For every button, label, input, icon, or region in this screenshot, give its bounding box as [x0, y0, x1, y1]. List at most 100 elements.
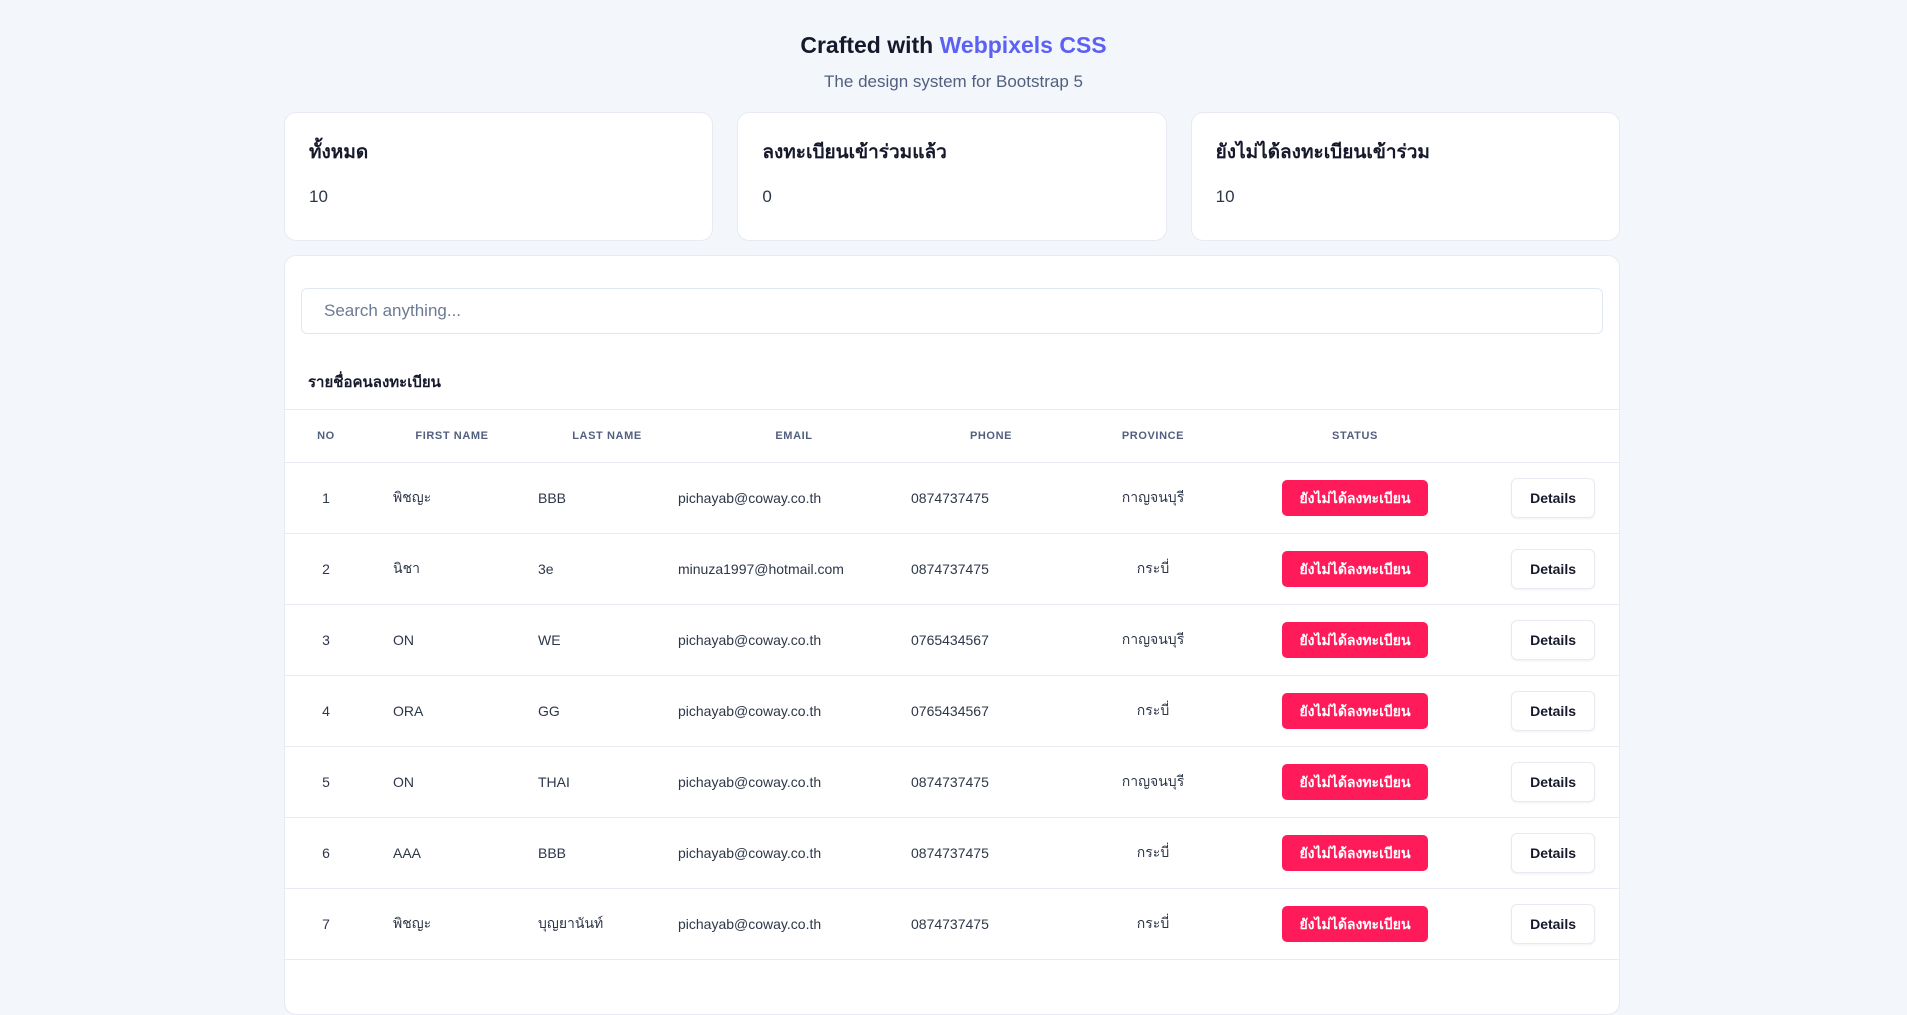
cell-first-name: ON — [367, 604, 538, 676]
cell-last-name: WE — [538, 604, 677, 676]
table-row: 5 ON THAI pichayab@coway.co.th 087473747… — [285, 746, 1619, 818]
cell-email: pichayab@coway.co.th — [677, 817, 911, 889]
column-header-no: NO — [285, 409, 367, 463]
cell-province: กาญจนบุรี — [1072, 462, 1234, 534]
cell-no: 6 — [285, 817, 367, 889]
cell-action: Details — [1476, 675, 1619, 747]
details-button[interactable]: Details — [1511, 691, 1595, 731]
search-input[interactable] — [322, 300, 1582, 322]
title-prefix: Crafted with — [800, 32, 934, 58]
cell-action: Details — [1476, 604, 1619, 676]
cell-email: pichayab@coway.co.th — [677, 746, 911, 818]
stat-label: ยังไม่ได้ลงทะเบียนเข้าร่วม — [1215, 142, 1430, 163]
cell-phone: 0874737475 — [911, 888, 1072, 960]
status-badge: ยังไม่ได้ลงทะเบียน — [1282, 906, 1428, 942]
page-subtitle: The design system for Bootstrap 5 — [824, 72, 1083, 91]
column-header-province: PROVINCE — [1072, 409, 1234, 463]
cell-phone: 0874737475 — [911, 817, 1072, 889]
cell-first-name: พิชญะ — [367, 462, 538, 534]
details-button[interactable]: Details — [1511, 904, 1595, 944]
cell-last-name: THAI — [538, 746, 677, 818]
cell-province: กระบี่ — [1072, 817, 1234, 889]
table-row: 3 ON WE pichayab@coway.co.th 0765434567 … — [285, 604, 1619, 676]
stat-label: ทั้งหมด — [309, 142, 369, 163]
cell-last-name: BBB — [538, 462, 677, 534]
cell-status: ยังไม่ได้ลงทะเบียน — [1234, 533, 1476, 605]
cell-no: 1 — [285, 462, 367, 534]
table-row: 6 AAA BBB pichayab@coway.co.th 087473747… — [285, 817, 1619, 889]
details-button[interactable]: Details — [1511, 833, 1595, 873]
column-header-email: EMAIL — [677, 409, 911, 463]
stat-value: 10 — [309, 187, 328, 206]
status-badge: ยังไม่ได้ลงทะเบียน — [1282, 551, 1428, 587]
table-row: 2 นิชา 3e minuza1997@hotmail.com 0874737… — [285, 533, 1619, 605]
column-header-status: STATUS — [1234, 409, 1476, 463]
cell-first-name: ON — [367, 746, 538, 818]
cell-first-name: ORA — [367, 675, 538, 747]
cell-action: Details — [1476, 533, 1619, 605]
page-title: Crafted with Webpixels CSS — [0, 32, 1907, 59]
cell-status: ยังไม่ได้ลงทะเบียน — [1234, 817, 1476, 889]
cell-email: pichayab@coway.co.th — [677, 604, 911, 676]
details-button[interactable]: Details — [1511, 620, 1595, 660]
cell-action: Details — [1476, 888, 1619, 960]
search-box[interactable] — [301, 288, 1603, 334]
registrant-panel: รายชื่อคนลงทะเบียน NO FIRST NAME LAST NA… — [284, 255, 1620, 1015]
cell-action: Details — [1476, 817, 1619, 889]
cell-status: ยังไม่ได้ลงทะเบียน — [1234, 746, 1476, 818]
stat-card-registered: ลงทะเบียนเข้าร่วมแล้ว 0 — [737, 112, 1167, 241]
cell-province: กระบี่ — [1072, 533, 1234, 605]
table-row: 7 พิชญะ บุญยานันท์ pichayab@coway.co.th … — [285, 888, 1619, 960]
table-row: 4 ORA GG pichayab@coway.co.th 0765434567… — [285, 675, 1619, 747]
stat-label: ลงทะเบียนเข้าร่วมแล้ว — [762, 142, 947, 163]
cell-last-name: บุญยานันท์ — [538, 888, 677, 960]
title-brand-link[interactable]: Webpixels CSS — [940, 32, 1107, 58]
status-badge: ยังไม่ได้ลงทะเบียน — [1282, 622, 1428, 658]
page-header: Crafted with Webpixels CSS The design sy… — [0, 0, 1907, 92]
cell-no: 3 — [285, 604, 367, 676]
cell-no: 4 — [285, 675, 367, 747]
cell-action: Details — [1476, 462, 1619, 534]
column-header-action — [1476, 409, 1619, 463]
cell-status: ยังไม่ได้ลงทะเบียน — [1234, 888, 1476, 960]
cell-province: กาญจนบุรี — [1072, 746, 1234, 818]
details-button[interactable]: Details — [1511, 478, 1595, 518]
details-button[interactable]: Details — [1511, 762, 1595, 802]
cell-last-name: 3e — [538, 533, 677, 605]
cell-first-name: AAA — [367, 817, 538, 889]
cell-last-name: BBB — [538, 817, 677, 889]
cell-no: 2 — [285, 533, 367, 605]
cell-email: pichayab@coway.co.th — [677, 675, 911, 747]
cell-first-name: นิชา — [367, 533, 538, 605]
stat-card-total: ทั้งหมด 10 — [284, 112, 714, 241]
cell-province: กระบี่ — [1072, 675, 1234, 747]
column-header-last-name: LAST NAME — [538, 409, 677, 463]
cell-first-name: พิชญะ — [367, 888, 538, 960]
table-header-row: NO FIRST NAME LAST NAME EMAIL PHONE PROV… — [285, 409, 1619, 463]
stat-value: 0 — [762, 187, 772, 206]
stat-card-not-registered: ยังไม่ได้ลงทะเบียนเข้าร่วม 10 — [1190, 112, 1620, 241]
column-header-first-name: FIRST NAME — [367, 409, 538, 463]
stats-row: ทั้งหมด 10 ลงทะเบียนเข้าร่วมแล้ว 0 ยังไม… — [284, 112, 1620, 241]
cell-status: ยังไม่ได้ลงทะเบียน — [1234, 462, 1476, 534]
column-header-phone: PHONE — [911, 409, 1072, 463]
status-badge: ยังไม่ได้ลงทะเบียน — [1282, 764, 1428, 800]
cell-phone: 0874737475 — [911, 533, 1072, 605]
status-badge: ยังไม่ได้ลงทะเบียน — [1282, 480, 1428, 516]
cell-email: minuza1997@hotmail.com — [677, 533, 911, 605]
cell-email: pichayab@coway.co.th — [677, 888, 911, 960]
stat-value: 10 — [1215, 187, 1235, 206]
cell-phone: 0765434567 — [911, 675, 1072, 747]
cell-email: pichayab@coway.co.th — [677, 462, 911, 534]
cell-province: กาญจนบุรี — [1072, 604, 1234, 676]
cell-phone: 0765434567 — [911, 604, 1072, 676]
list-title: รายชื่อคนลงทะเบียน — [308, 374, 441, 391]
registrant-table: NO FIRST NAME LAST NAME EMAIL PHONE PROV… — [285, 409, 1619, 960]
details-button[interactable]: Details — [1511, 549, 1595, 589]
status-badge: ยังไม่ได้ลงทะเบียน — [1282, 693, 1428, 729]
status-badge: ยังไม่ได้ลงทะเบียน — [1282, 835, 1428, 871]
cell-last-name: GG — [538, 675, 677, 747]
cell-phone: 0874737475 — [911, 746, 1072, 818]
cell-no: 5 — [285, 746, 367, 818]
table-row: 1 พิชญะ BBB pichayab@coway.co.th 0874737… — [285, 462, 1619, 534]
